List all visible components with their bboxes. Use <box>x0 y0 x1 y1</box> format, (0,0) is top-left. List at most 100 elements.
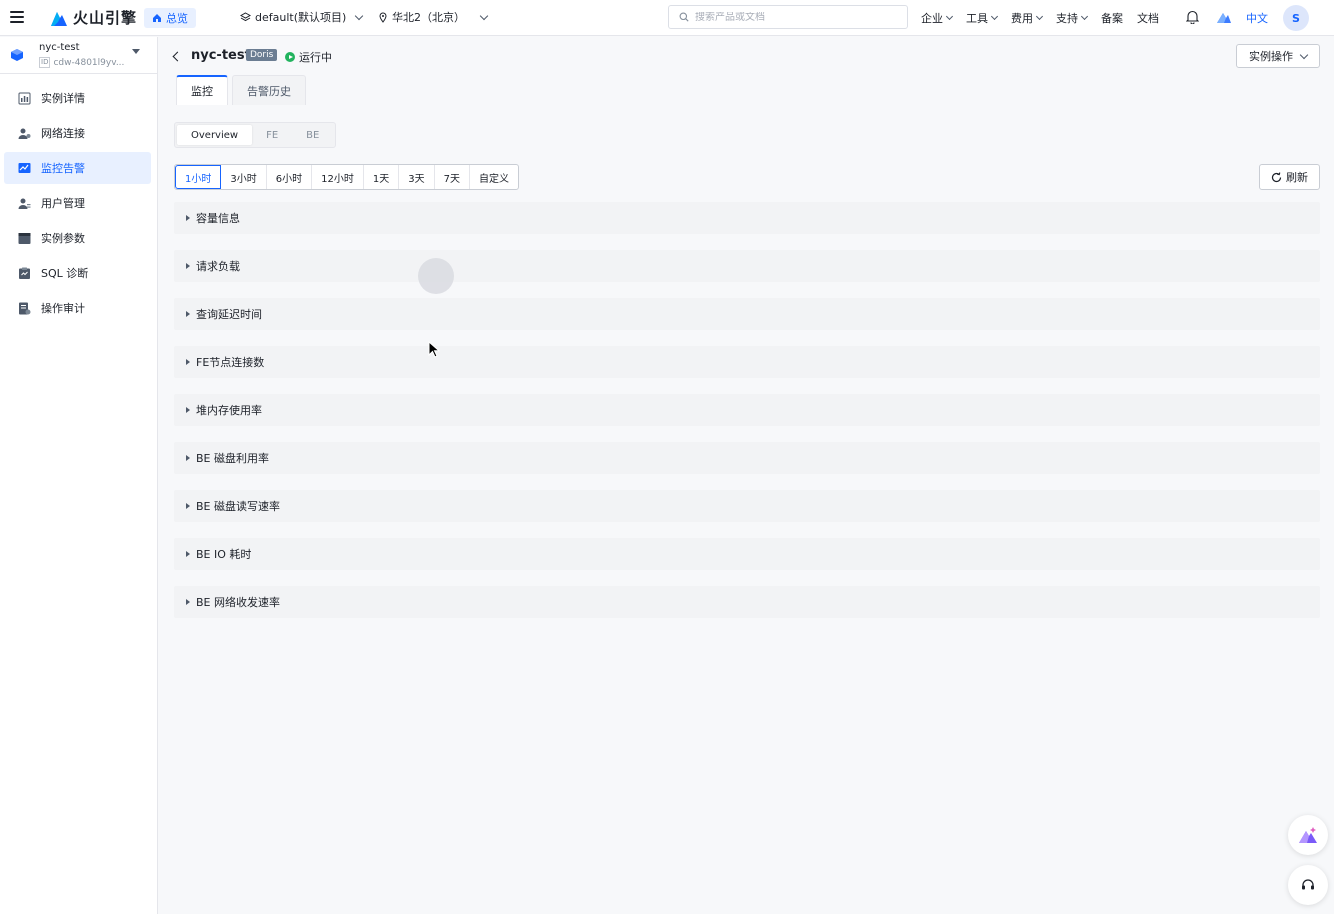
logo-text: 火山引擎 <box>73 9 138 27</box>
sidebar-item-label: 用户管理 <box>41 197 85 210</box>
instance-operations-label: 实例操作 <box>1249 50 1293 63</box>
instance-name: nyc-test <box>39 42 80 53</box>
network-icon <box>18 128 31 139</box>
section-request-load[interactable]: 请求负载 <box>174 250 1320 282</box>
time-1h[interactable]: 1小时 <box>175 165 222 189</box>
caret-right-icon <box>186 407 190 413</box>
global-search[interactable] <box>668 5 908 29</box>
instance-operations-button[interactable]: 实例操作 <box>1236 44 1320 68</box>
section-heap-memory[interactable]: 堆内存使用率 <box>174 394 1320 426</box>
section-be-disk-usage[interactable]: BE 磁盘利用率 <box>174 442 1320 474</box>
instance-id-value: cdw-4801l9yv... <box>53 57 125 68</box>
section-be-io-time[interactable]: BE IO 耗时 <box>174 538 1320 570</box>
section-title: BE IO 耗时 <box>196 548 252 561</box>
section-fe-connections[interactable]: FE节点连接数 <box>174 346 1320 378</box>
ai-assistant-icon[interactable] <box>1216 10 1232 24</box>
segment-be[interactable]: BE <box>292 125 333 145</box>
section-be-disk-io-rate[interactable]: BE 磁盘读写速率 <box>174 490 1320 522</box>
time-1d[interactable]: 1天 <box>364 165 400 189</box>
engine-tag: Doris <box>246 49 278 61</box>
sidebar-item-instance-details[interactable]: 实例详情 <box>4 82 151 114</box>
sidebar-item-users[interactable]: 用户管理 <box>4 187 151 219</box>
segment-fe[interactable]: FE <box>252 125 292 145</box>
sidebar-item-network[interactable]: 网络连接 <box>4 117 151 149</box>
time-6h[interactable]: 6小时 <box>267 165 313 189</box>
click-ripple <box>418 258 454 294</box>
sidebar-item-monitoring[interactable]: 监控告警 <box>4 152 151 184</box>
top-menu: 企业 工具 费用 支持 备案 文档 <box>921 10 1159 26</box>
metric-sections: 容量信息 请求负载 查询延迟时间 FE节点连接数 堆内存使用率 BE 磁盘利用率… <box>174 202 1320 634</box>
user-icon <box>18 198 31 209</box>
caret-right-icon <box>186 215 190 221</box>
volcano-logo-icon <box>51 11 67 26</box>
time-3h[interactable]: 3小时 <box>221 165 267 189</box>
back-arrow-icon[interactable] <box>172 51 183 62</box>
bell-icon[interactable] <box>1186 10 1199 24</box>
refresh-label: 刷新 <box>1286 171 1308 184</box>
section-capacity[interactable]: 容量信息 <box>174 202 1320 234</box>
search-input[interactable] <box>695 11 895 23</box>
caret-right-icon <box>186 551 190 557</box>
caret-down-icon <box>132 49 140 54</box>
location-icon <box>379 12 387 23</box>
node-segment-control: Overview FE BE <box>174 122 337 148</box>
time-12h[interactable]: 12小时 <box>312 165 364 189</box>
status-badge: 运行中 <box>285 49 332 65</box>
time-range-selector: 1小时 3小时 6小时 12小时 1天 3天 7天 自定义 <box>174 164 519 190</box>
menu-tools[interactable]: 工具 <box>966 10 999 26</box>
menu-support[interactable]: 支持 <box>1056 10 1089 26</box>
section-query-latency[interactable]: 查询延迟时间 <box>174 298 1320 330</box>
section-title: BE 磁盘利用率 <box>196 452 269 465</box>
main-content: nyc-test Doris 运行中 实例操作 监控 告警历史 Overview… <box>158 37 1334 914</box>
chevron-down-icon <box>990 12 999 21</box>
tab-alert-history[interactable]: 告警历史 <box>232 75 306 105</box>
menu-enterprise[interactable]: 企业 <box>921 10 954 26</box>
refresh-button[interactable]: 刷新 <box>1259 164 1320 190</box>
menu-billing[interactable]: 费用 <box>1011 10 1044 26</box>
time-3d[interactable]: 3天 <box>399 165 435 189</box>
sidebar-item-sql-diagnose[interactable]: SQL 诊断 <box>4 257 151 289</box>
avatar[interactable]: S <box>1283 5 1309 31</box>
sidebar-item-label: 监控告警 <box>41 162 85 175</box>
section-title: 堆内存使用率 <box>196 404 262 417</box>
menu-enterprise-label: 企业 <box>921 12 943 25</box>
menu-support-label: 支持 <box>1056 12 1078 25</box>
chevron-down-icon <box>945 12 954 21</box>
menu-billing-label: 费用 <box>1011 12 1033 25</box>
region-selector[interactable]: 华北2（北京） <box>378 9 489 25</box>
region-label: 华北2（北京） <box>392 11 465 24</box>
section-be-network-rate[interactable]: BE 网络收发速率 <box>174 586 1320 618</box>
chevron-down-icon <box>479 11 489 20</box>
project-selector[interactable]: default(默认项目) <box>240 9 364 25</box>
menu-filing-label: 备案 <box>1101 12 1123 25</box>
section-title: 容量信息 <box>196 212 240 225</box>
sql-diagnose-icon <box>19 267 30 279</box>
caret-right-icon <box>186 359 190 365</box>
ai-assistant-button[interactable] <box>1288 815 1328 855</box>
menu-docs[interactable]: 文档 <box>1137 10 1159 26</box>
section-title: FE节点连接数 <box>196 356 265 369</box>
customer-service-button[interactable] <box>1288 865 1328 905</box>
sidebar-item-label: 操作审计 <box>41 302 85 315</box>
search-icon <box>679 12 689 22</box>
segment-overview[interactable]: Overview <box>177 125 253 145</box>
menu-tools-label: 工具 <box>966 12 988 25</box>
status-text: 运行中 <box>299 51 332 64</box>
time-7d[interactable]: 7天 <box>435 165 470 189</box>
audit-icon <box>19 302 31 314</box>
instance-switcher[interactable]: nyc-test ID cdw-4801l9yv... <box>0 37 157 74</box>
menu-filing[interactable]: 备案 <box>1101 10 1123 26</box>
overview-button[interactable]: 总览 <box>144 8 196 28</box>
sidebar-item-audit[interactable]: 操作审计 <box>4 292 151 324</box>
sidebar-nav: 实例详情 网络连接 监控告警 用户管理 实例参数 SQL 诊断 操作审计 <box>0 74 157 324</box>
brand-logo[interactable]: 火山引擎 <box>49 7 137 28</box>
tab-monitoring[interactable]: 监控 <box>176 75 228 105</box>
caret-right-icon <box>186 455 190 461</box>
time-custom[interactable]: 自定义 <box>470 165 518 189</box>
language-switch[interactable]: 中文 <box>1246 10 1268 26</box>
sidebar-item-label: 实例详情 <box>41 92 85 105</box>
chevron-down-icon <box>1299 50 1309 59</box>
running-status-icon <box>285 52 295 62</box>
menu-icon[interactable] <box>10 11 24 23</box>
sidebar-item-params[interactable]: 实例参数 <box>4 222 151 254</box>
